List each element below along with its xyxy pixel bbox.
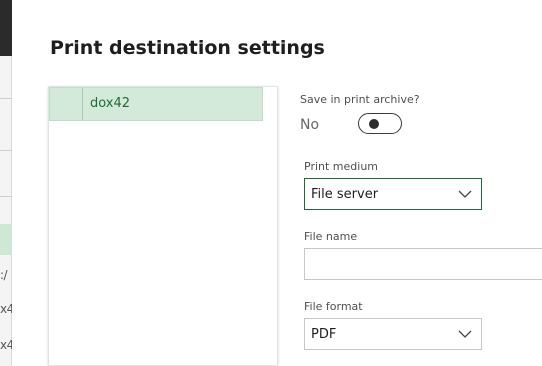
background-text: :/ — [0, 268, 8, 282]
background-selected-row — [0, 224, 12, 255]
chevron-down-icon — [458, 330, 472, 338]
file-name-input[interactable] — [304, 248, 542, 280]
chevron-down-icon — [458, 190, 472, 198]
print-medium-value: File server — [311, 187, 379, 202]
file-format-label: File format — [304, 300, 363, 313]
background-divider — [0, 196, 12, 197]
background-header — [0, 0, 12, 56]
archive-toggle[interactable] — [358, 113, 402, 134]
destination-list: dox42 — [48, 86, 278, 366]
print-medium-label: Print medium — [304, 160, 379, 173]
background-text: x4 — [0, 302, 12, 316]
background-text: x4 — [0, 338, 12, 352]
archive-label: Save in print archive? — [300, 93, 420, 106]
print-destination-dialog: Print destination settings dox42 Save in… — [12, 0, 542, 366]
archive-value: No — [300, 117, 320, 133]
toggle-knob — [369, 119, 379, 129]
background-app-strip: :/ x4 x4 — [0, 0, 12, 366]
dialog-title: Print destination settings — [50, 37, 325, 59]
print-medium-select[interactable]: File server — [304, 178, 482, 210]
background-divider — [0, 98, 12, 99]
file-name-label: File name — [304, 230, 358, 243]
file-format-select[interactable]: PDF — [304, 318, 482, 350]
background-divider — [0, 150, 12, 151]
file-format-value: PDF — [311, 327, 337, 342]
destination-item-dox42[interactable]: dox42 — [49, 87, 263, 121]
row-selector[interactable] — [50, 88, 83, 120]
destination-label: dox42 — [90, 96, 131, 111]
